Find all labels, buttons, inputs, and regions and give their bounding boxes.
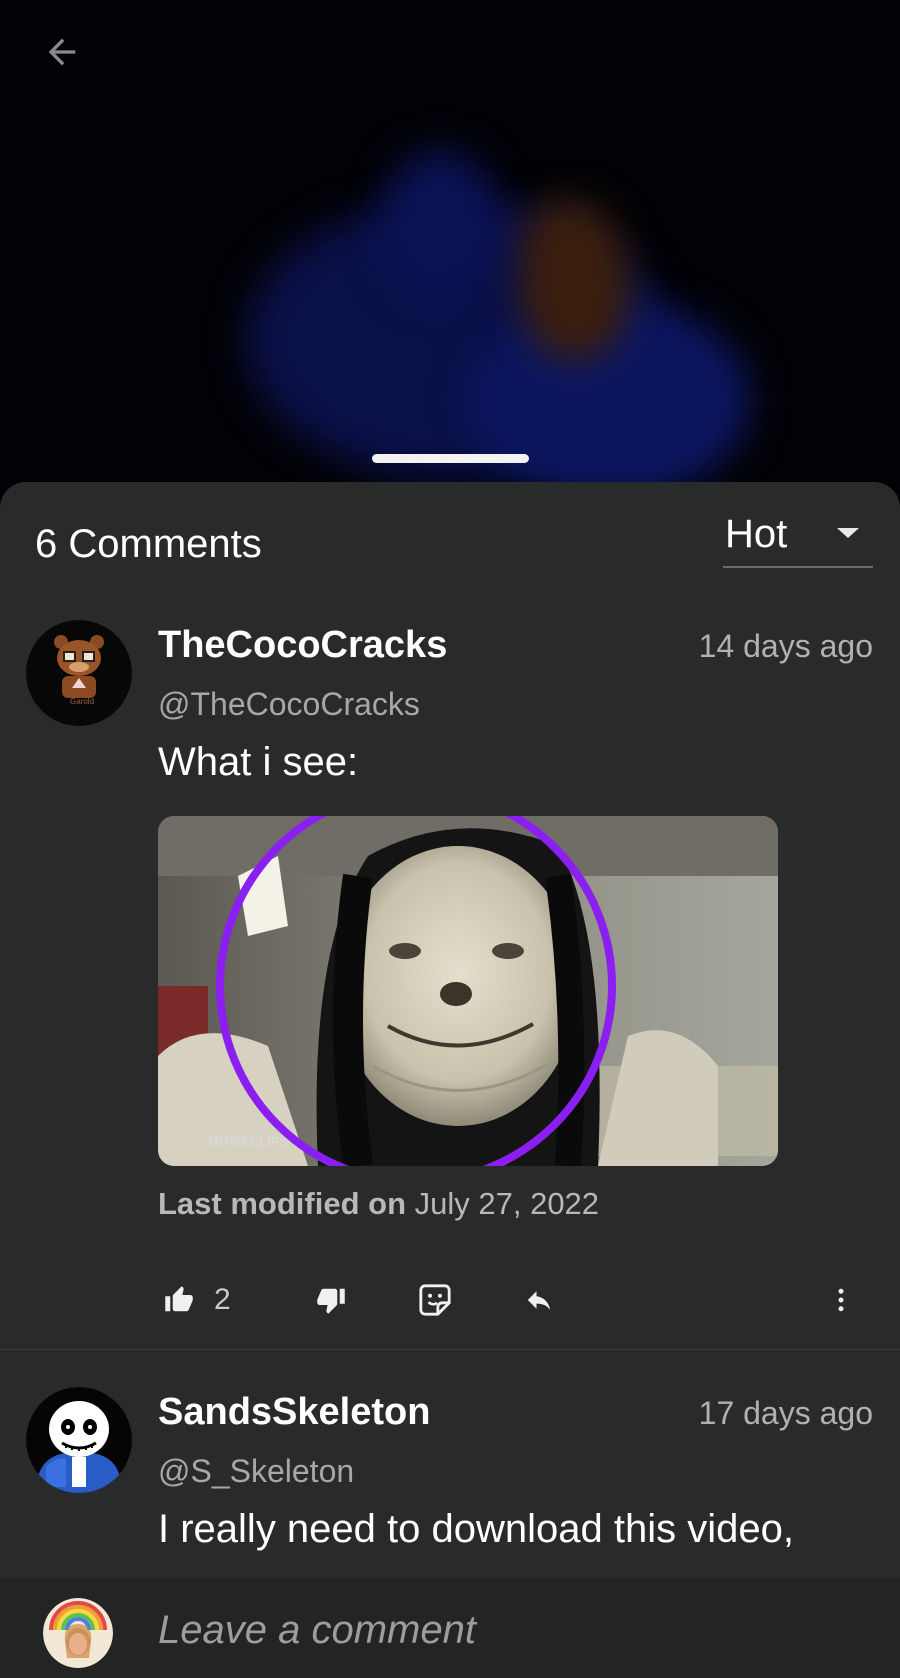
avatar[interactable] <box>26 1387 132 1493</box>
dislike-button[interactable] <box>316 1275 346 1325</box>
video-frame-shape <box>520 200 630 360</box>
like-count: 2 <box>214 1283 231 1316</box>
sheet-drag-handle[interactable] <box>372 454 529 463</box>
avatar[interactable]: Garold <box>26 620 132 726</box>
arrow-left-icon <box>48 38 76 66</box>
last-modified: Last modified on July 27, 2022 <box>158 1186 599 1222</box>
comment-composer <box>0 1578 900 1678</box>
sort-value: Hot <box>725 512 788 556</box>
like-button[interactable]: 2 <box>164 1275 231 1325</box>
comment-text: What i see: <box>158 740 359 784</box>
comments-sheet: 6 Comments Hot Garold TheCocoCracks @The… <box>0 482 900 1678</box>
current-user-avatar <box>43 1598 113 1668</box>
back-button[interactable] <box>36 26 88 78</box>
caret-down-icon <box>837 528 859 538</box>
comment-image[interactable]: MOVIECLIPS <box>158 816 778 1166</box>
comment-actions: 2 <box>158 1275 878 1325</box>
thumbs-down-icon <box>317 1288 345 1314</box>
sticker-button[interactable] <box>418 1275 452 1325</box>
comment-time: 17 days ago <box>698 1395 873 1431</box>
last-modified-label: Last modified on <box>158 1186 406 1221</box>
comments-count: 6 Comments <box>35 522 262 566</box>
comment-input[interactable] <box>158 1600 858 1660</box>
reply-icon <box>527 1291 551 1310</box>
svg-text:Garold: Garold <box>70 697 94 706</box>
comment-item: Garold TheCocoCracks @TheCocoCracks 14 d… <box>0 620 900 1350</box>
sort-dropdown[interactable]: Hot <box>723 506 873 568</box>
reply-button[interactable] <box>522 1275 556 1325</box>
comment-username[interactable]: TheCocoCracks <box>158 624 447 667</box>
sticker-icon <box>419 1284 451 1316</box>
skeleton-avatar-icon <box>26 1387 132 1493</box>
comment-item: SandsSkeleton @S_Skeleton 17 days ago I … <box>0 1387 900 1587</box>
comment-text: I really need to download this video, <box>158 1507 794 1551</box>
video-player[interactable] <box>0 0 900 490</box>
more-vertical-icon <box>838 1288 844 1312</box>
comment-time: 14 days ago <box>698 628 873 664</box>
more-options-button[interactable] <box>826 1275 856 1325</box>
comment-username[interactable]: SandsSkeleton <box>158 1391 430 1434</box>
meme-image: MOVIECLIPS <box>158 816 778 1166</box>
last-modified-date: July 27, 2022 <box>414 1186 600 1221</box>
comments-header: 6 Comments Hot <box>0 482 900 592</box>
comment-handle: @TheCocoCracks <box>158 686 420 722</box>
svg-text:MOVIECLIPS: MOVIECLIPS <box>208 1134 289 1149</box>
video-frame-shape <box>380 150 500 300</box>
thumbs-up-icon <box>165 1286 193 1312</box>
user-avatar-icon <box>43 1598 113 1668</box>
comment-handle: @S_Skeleton <box>158 1453 355 1489</box>
bear-avatar-icon: Garold <box>26 620 132 726</box>
